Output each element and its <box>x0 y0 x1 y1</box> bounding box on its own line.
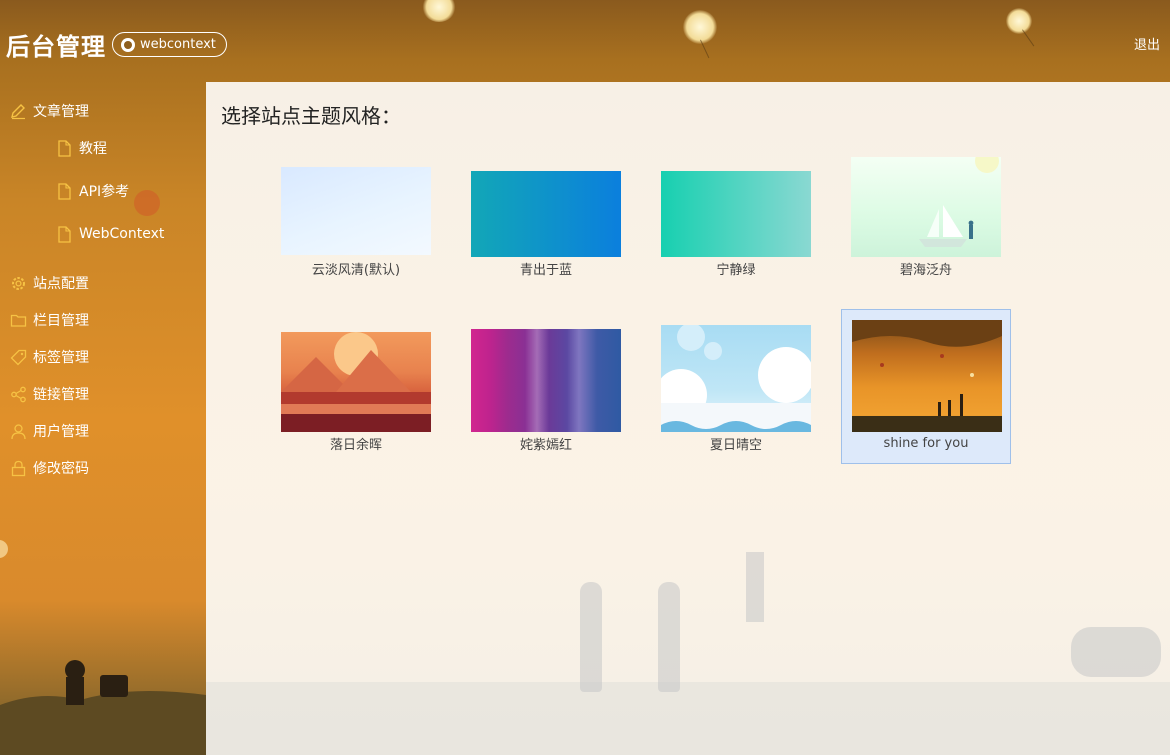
github-icon <box>121 37 135 52</box>
theme-card-summer-sky[interactable]: 夏日晴空 <box>651 322 821 477</box>
sidebar-item-label: 栏目管理 <box>33 313 89 329</box>
background-sign-decoration <box>746 552 764 622</box>
sidebar-item-label: 修改密码 <box>33 461 89 477</box>
sidebar-item-label: 教程 <box>79 141 107 157</box>
share-icon <box>10 386 27 403</box>
sidebar-item-label: API参考 <box>79 184 130 200</box>
github-badge-label: webcontext <box>140 37 216 52</box>
sailboat-illustration <box>919 157 999 247</box>
gear-icon <box>10 275 27 292</box>
background-figure-decoration <box>580 582 602 692</box>
theme-thumbnail <box>471 171 621 257</box>
sidebar-landscape-decoration <box>0 660 206 755</box>
theme-thumbnail <box>661 325 811 432</box>
tag-icon <box>10 349 27 366</box>
sidebar-item-label: 标签管理 <box>33 350 89 366</box>
theme-label: 落日余晖 <box>329 438 382 453</box>
file-icon <box>56 139 73 157</box>
theme-label: 宁静绿 <box>716 263 756 278</box>
theme-thumbnail <box>281 167 431 255</box>
logout-link[interactable]: 退出 <box>1134 34 1160 53</box>
header-bar: 后台管理 webcontext 退出 <box>0 0 1170 82</box>
theme-thumbnail <box>852 320 1002 432</box>
sidebar-item-label: 链接管理 <box>33 387 89 403</box>
theme-card-shine-for-you[interactable]: shine for you <box>841 309 1011 464</box>
sidebar-item-password[interactable]: 修改密码 <box>10 457 89 479</box>
sunset-illustration <box>281 332 431 432</box>
sidebar-item-columns[interactable]: 栏目管理 <box>10 309 89 331</box>
theme-thumbnail <box>471 329 621 432</box>
file-icon <box>56 225 73 243</box>
sidebar-item-tags[interactable]: 标签管理 <box>10 346 89 368</box>
theme-label: 夏日晴空 <box>709 438 762 453</box>
sidebar-item-label: 文章管理 <box>33 104 89 120</box>
edit-icon <box>10 103 27 120</box>
theme-label: 姹紫嫣红 <box>519 438 572 453</box>
sidebar-item-users[interactable]: 用户管理 <box>10 420 89 442</box>
summer-sky-illustration <box>661 325 811 432</box>
theme-label: shine for you <box>883 436 969 451</box>
sidebar-item-label: 站点配置 <box>33 276 89 292</box>
sidebar-item-tutorial[interactable]: 教程 <box>56 137 107 159</box>
theme-card-cloud[interactable]: 云淡风清(默认) <box>271 157 441 312</box>
folder-icon <box>10 312 27 329</box>
sunset-silhouette-illustration <box>852 320 1002 432</box>
lock-icon <box>10 460 27 477</box>
page-title: 选择站点主题风格： <box>221 104 401 128</box>
brand-title: 后台管理 <box>6 33 106 61</box>
sidebar-item-label: WebContext <box>79 226 165 242</box>
theme-label: 云淡风清(默认) <box>311 263 401 278</box>
sidebar-item-webcontext[interactable]: WebContext <box>56 223 164 245</box>
sidebar-item-label: 用户管理 <box>33 424 89 440</box>
background-animal-decoration <box>1071 627 1161 677</box>
github-badge[interactable]: webcontext <box>112 32 227 57</box>
background-ground-decoration <box>206 682 1170 755</box>
theme-label: 碧海泛舟 <box>899 263 952 278</box>
theme-thumbnail <box>851 157 1001 257</box>
theme-card-blue[interactable]: 青出于蓝 <box>461 157 631 312</box>
theme-thumbnail <box>661 171 811 257</box>
user-icon <box>10 423 27 440</box>
sidebar-item-api[interactable]: API参考 <box>56 180 129 202</box>
main-panel: 选择站点主题风格： 云淡风清(默认) 青出于蓝 宁静绿 碧海泛舟 落日余晖 姹紫… <box>206 82 1170 755</box>
sidebar-item-links[interactable]: 链接管理 <box>10 383 89 405</box>
theme-card-green[interactable]: 宁静绿 <box>651 157 821 312</box>
sidebar-item-site-config[interactable]: 站点配置 <box>10 272 89 294</box>
theme-card-sunset[interactable]: 落日余晖 <box>271 322 441 477</box>
theme-thumbnail <box>281 332 431 432</box>
file-icon <box>56 182 73 200</box>
sidebar: 文章管理 教程 API参考 WebContext 站点配置 栏目管理 标签管理 … <box>0 82 206 755</box>
theme-card-purple[interactable]: 姹紫嫣红 <box>461 322 631 477</box>
theme-card-sea[interactable]: 碧海泛舟 <box>841 157 1011 312</box>
background-figure-decoration <box>658 582 680 692</box>
theme-label: 青出于蓝 <box>519 263 572 278</box>
sidebar-item-articles[interactable]: 文章管理 <box>10 100 89 122</box>
